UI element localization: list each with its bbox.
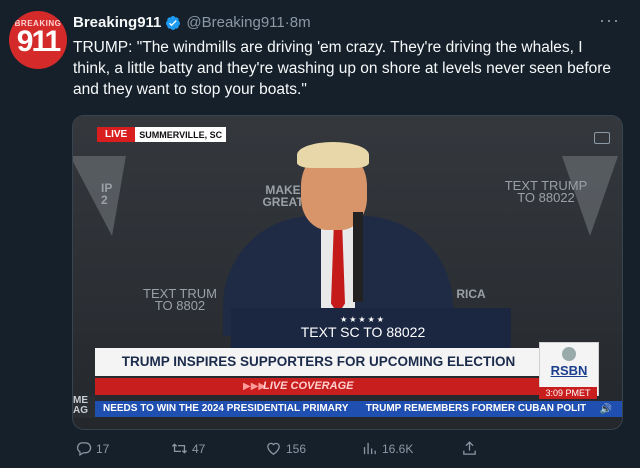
heart-icon [267, 442, 280, 455]
background-sign-3: TEXT TRUMP TO 88022 [504, 178, 588, 205]
chyron-subheadline-text: LIVE COVERAGE [263, 380, 354, 392]
background-sign-1: IP 2 [101, 181, 113, 207]
retweet-icon [171, 443, 188, 454]
left-stub-text: ME AG [73, 396, 95, 418]
volume-icon[interactable]: 🔊 [600, 404, 612, 415]
podium-stars: ★★★★★ [340, 315, 386, 324]
reply-icon [77, 442, 92, 457]
display-name[interactable]: Breaking911 [73, 14, 161, 31]
podium-sign: ★★★★★ TEXT SC TO 88022 [273, 315, 453, 341]
retweet-count: 47 [192, 441, 206, 456]
retweet-button[interactable]: 47 [171, 440, 205, 457]
timestamp[interactable]: 8m [290, 14, 311, 31]
news-ticker: NEEDS TO WIN THE 2024 PRESIDENTIAL PRIMA… [95, 401, 622, 417]
like-button[interactable]: 156 [265, 440, 306, 457]
verified-badge-icon [166, 15, 181, 30]
ticker-item-1: NEEDS TO WIN THE 2024 PRESIDENTIAL PRIMA… [103, 403, 349, 414]
chyron-subheadline: ▶▶▶ LIVE COVERAGE [95, 378, 542, 395]
tweet-text: TRUMP: "The windmills are driving 'em cr… [73, 39, 612, 98]
reply-count: 17 [96, 441, 110, 456]
views-button[interactable]: 16.6K [361, 440, 413, 457]
broadcast-time: 3:09 PMET [539, 387, 597, 399]
reply-button[interactable]: 17 [75, 440, 109, 457]
more-options-icon[interactable]: ··· [599, 10, 620, 31]
chyron-headline-text: TRUMP INSPIRES SUPPORTERS FOR UPCOMING E… [121, 354, 516, 369]
share-icon [463, 441, 476, 455]
view-count: 16.6K [382, 441, 414, 456]
media-settings-icon[interactable] [594, 132, 610, 144]
podium-text: TEXT SC TO 88022 [300, 324, 426, 340]
live-badge: LIVE SUMMERVILLE, SC [97, 127, 227, 142]
chyron-headline: TRUMP INSPIRES SUPPORTERS FOR UPCOMING E… [95, 348, 542, 376]
ticker-text: NEEDS TO WIN THE 2024 PRESIDENTIAL PRIMA… [103, 401, 586, 417]
speaker-hair [297, 142, 369, 168]
tweet-actions: 17 47 156 16.6K [75, 440, 495, 457]
ticker-item-2: TRUMP REMEMBERS FORMER CUBAN POLIT [365, 403, 587, 414]
avatar-main-text: 911 [16, 24, 61, 58]
avatar[interactable]: BREAKING 911 [9, 11, 67, 69]
views-chart-icon [363, 442, 376, 455]
microphone [353, 212, 363, 302]
microphone-logo-icon [562, 347, 576, 361]
live-label: LIVE [97, 127, 136, 142]
background-sign-4: TEXT TRUM TO 8802 [143, 286, 217, 313]
tweet-media-video[interactable]: IP 2 MAKE GREAT TEXT TRUMP TO 88022 TEXT… [72, 115, 623, 430]
background-sign-5: RICA [456, 287, 486, 301]
share-button[interactable] [461, 440, 482, 457]
tweet-header: Breaking911 @Breaking911 · 8m [73, 14, 311, 31]
handle[interactable]: @Breaking911 [186, 14, 284, 31]
network-name: RSBN [550, 363, 588, 378]
live-location: SUMMERVILLE, SC [139, 129, 223, 140]
like-count: 156 [286, 441, 307, 456]
